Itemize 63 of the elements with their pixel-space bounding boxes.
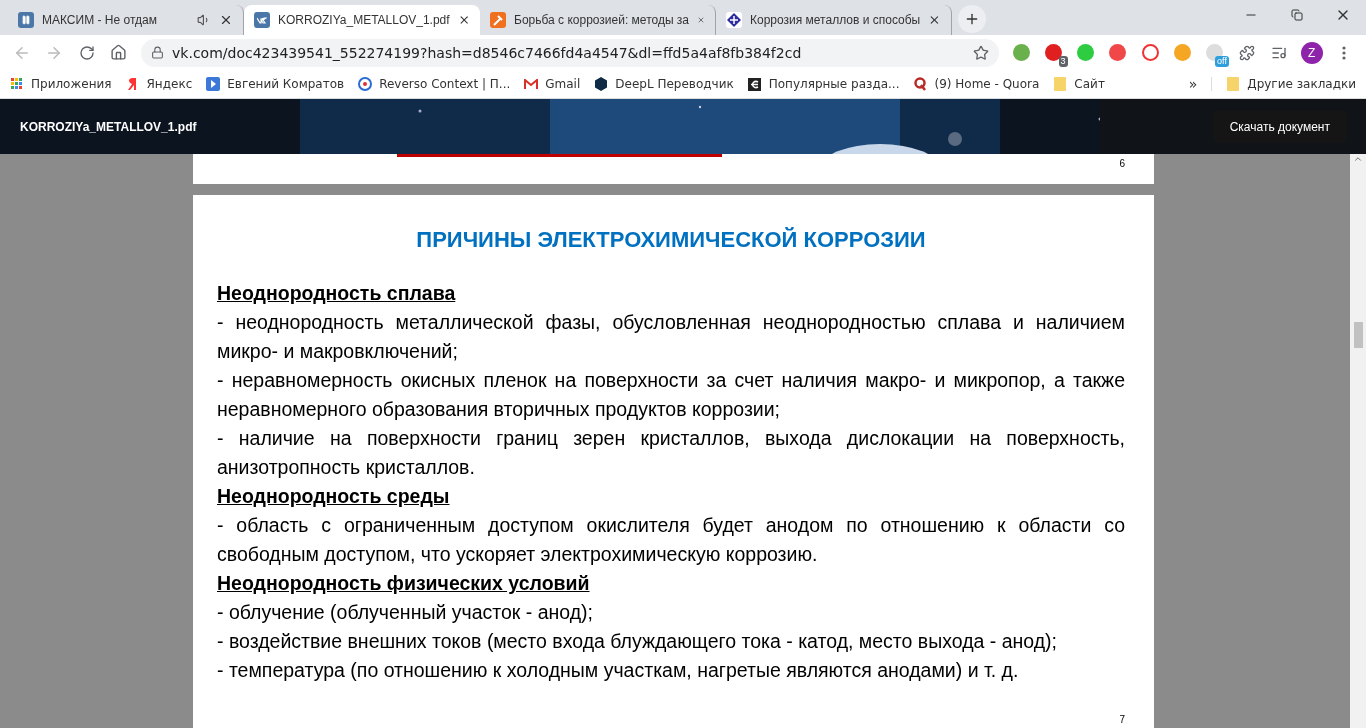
tab-title: Коррозия металлов и способы [750,13,921,27]
paragraph: - неравномерность окисных пленок на поверхности за счет наличия макро- и микропор, а также неравномерного образования вторичных продуктов коррозии; [217,368,1125,422]
bookmark-link[interactable]: Популярные разда... [747,77,900,91]
bookmark-folder[interactable]: Другие закладки [1211,77,1356,91]
close-icon[interactable] [928,13,941,27]
paragraph: - воздействие внешних токов (место входа блуждающего тока - катод, место выхода - анод); [217,629,1059,654]
puzzle-icon [1239,44,1256,61]
restore-icon [1291,9,1303,21]
tab-title: KORROZIYa_METALLOV_1.pdf [278,13,450,27]
hammer-icon [490,12,506,28]
bookmark-link[interactable]: Reverso Context | П... [358,77,511,91]
document-title: KORROZIYa_METALLOV_1.pdf [20,119,197,134]
paragraph: - область с ограниченным доступом окислителя будет анодом по отношению к области со свободным доступом, что ускоряет электрохимическую коррозию. [217,513,1125,567]
bookmark-star-icon[interactable] [973,44,990,61]
browser-tab[interactable]: KORROZIYa_METALLOV_1.pdf [244,5,480,35]
diamond-cross-icon [726,12,742,28]
quora-icon [913,77,927,91]
section-heading: Неоднородность сплава [217,281,456,306]
folder-icon [1054,77,1067,91]
page-number: 7 [1119,714,1125,725]
tab-title: Борьба с коррозией: методы за [514,13,690,27]
more-bookmarks-button[interactable]: » [1188,76,1198,92]
bookmark-link[interactable]: Яндекс [125,77,193,91]
section-heading: Неоднородность физических условий [217,571,590,596]
vk-logo-icon [254,12,270,28]
gmail-icon [524,78,539,90]
address-bar[interactable]: vk.com/doc423439541_552274199?hash=d8546c7466fd4a4547&dl=ffd5a4af8fb384f2cd [141,38,1000,67]
yandex-icon [127,77,138,91]
scroll-up-icon[interactable] [1353,154,1363,164]
folder-icon [1227,77,1240,91]
stop-extension-button[interactable]: 3 [1039,38,1068,67]
home-icon [110,44,128,61]
bookmark-link[interactable]: DeepL Переводчик [594,77,734,91]
page-number: 6 [1119,158,1125,169]
bookmark-link[interactable]: (9) Home - Quora [913,77,1040,91]
paragraph: - облучение (облученный участок - анод); [217,600,594,625]
section-heading: Неоднородность среды [217,484,450,509]
bookmark-link[interactable]: Евгений Комратов [206,77,345,91]
url-text: vk.com/doc423439541_552274199?hash=d8546c7466fd4a4547&dl=ffd5a4af8fb384f2cd [172,44,803,61]
bookmark-link[interactable]: Gmail [524,77,581,91]
menu-icon [1341,45,1346,60]
slide-heading: ПРИЧИНЫ ЭЛЕКТРОХИМИЧЕСКОЙ КОРРОЗИИ [415,227,927,253]
play-icon [206,77,221,91]
bookmark-link[interactable]: Сайт [1053,77,1105,91]
download-button[interactable]: Скачать документ [1213,110,1346,143]
lock-icon [151,46,165,59]
scrollbar-thumb[interactable] [1353,322,1363,348]
e-logo-icon [748,77,762,91]
plus-icon [964,11,980,27]
new-tab-button[interactable] [958,5,986,33]
deepl-icon [595,77,608,91]
close-icon[interactable] [219,13,233,27]
extension-badge: 3 [1058,55,1068,67]
bookmark-link[interactable]: Приложения [10,77,112,91]
reverso-icon [358,77,373,91]
paragraph: - наличие на поверхности границ зерен кристаллов, выхода дислокации на поверхность, анизотропность кристаллов. [217,426,1125,480]
apps-icon [11,78,23,90]
reload-icon [78,44,95,61]
tab-title: МАКСИМ - Не отдам [42,13,157,27]
extension-badge: off [1215,55,1229,67]
pause-icon [18,12,34,28]
paragraph: - температура (по отношению к холодным участкам, нагретые являются анодами) и т. д. [217,658,1020,683]
paragraph: - неоднородность металлической фазы, обусловленная неоднородностью сплава и наличием микро- и макровключений; [217,310,1125,364]
